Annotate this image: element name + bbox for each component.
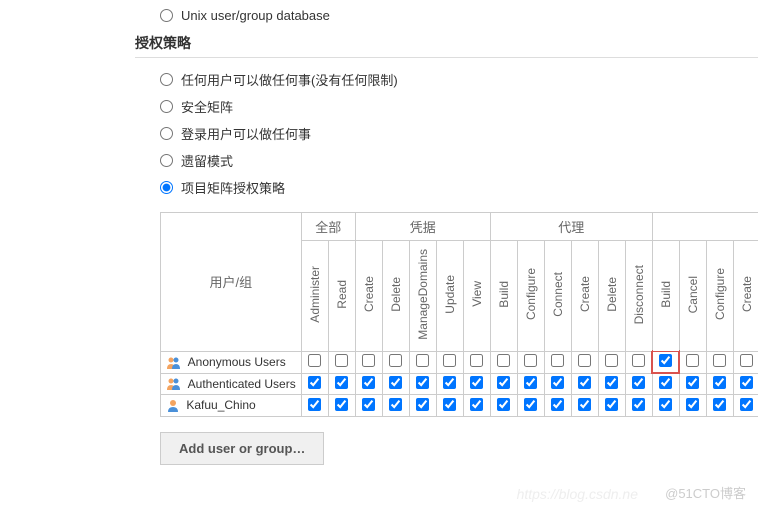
permission-checkbox[interactable] (551, 398, 564, 411)
permission-checkbox[interactable] (632, 398, 645, 411)
auth-option-label-1: 安全矩阵 (181, 97, 233, 116)
permission-header: Read (328, 241, 355, 352)
permission-checkbox[interactable] (470, 398, 483, 411)
permission-header: Create (733, 241, 758, 352)
watermark-text: @51CTO博客 (665, 483, 746, 502)
permission-checkbox[interactable] (362, 354, 375, 367)
permission-matrix: 用户/组全部凭据代理任务AdministerReadCreateDeleteMa… (160, 212, 758, 417)
permission-checkbox[interactable] (497, 354, 510, 367)
permission-checkbox[interactable] (362, 376, 375, 389)
permission-checkbox[interactable] (713, 354, 726, 367)
permission-checkbox[interactable] (470, 376, 483, 389)
permission-header: Configure (517, 241, 544, 352)
auth-option-radio-3[interactable] (160, 154, 173, 167)
permission-checkbox[interactable] (308, 398, 321, 411)
permission-checkbox[interactable] (713, 398, 726, 411)
permission-checkbox[interactable] (686, 376, 699, 389)
permission-checkbox[interactable] (443, 398, 456, 411)
permission-header: Connect (544, 241, 571, 352)
auth-option-label-4: 项目矩阵授权策略 (181, 178, 285, 197)
group-header: 代理 (490, 213, 652, 241)
permission-checkbox[interactable] (524, 354, 537, 367)
permission-header: Delete (598, 241, 625, 352)
permission-checkbox[interactable] (713, 376, 726, 389)
permission-checkbox[interactable] (308, 376, 321, 389)
permission-checkbox[interactable] (497, 376, 510, 389)
permission-checkbox[interactable] (497, 398, 510, 411)
permission-checkbox[interactable] (335, 354, 348, 367)
unix-db-radio[interactable] (160, 9, 173, 22)
permission-checkbox[interactable] (443, 376, 456, 389)
permission-header: Administer (301, 241, 328, 352)
permission-checkbox[interactable] (578, 376, 591, 389)
permission-header: Build (490, 241, 517, 352)
permission-checkbox[interactable] (740, 376, 753, 389)
auth-strategy-title: 授权策略 (135, 33, 758, 58)
permission-checkbox[interactable] (524, 376, 537, 389)
table-row: Kafuu_Chino (161, 395, 758, 417)
watermark-url: https://blog.csdn.ne (517, 486, 638, 502)
group-header: 任务 (652, 213, 758, 241)
user-cell: Kafuu_Chino (161, 395, 302, 417)
permission-checkbox[interactable] (335, 376, 348, 389)
unix-db-label: Unix user/group database (181, 8, 330, 23)
permission-checkbox[interactable] (524, 398, 537, 411)
permission-checkbox[interactable] (416, 354, 429, 367)
permission-checkbox[interactable] (308, 354, 321, 367)
permission-checkbox[interactable] (578, 354, 591, 367)
user-cell: Anonymous Users (161, 351, 302, 373)
permission-checkbox[interactable] (389, 354, 402, 367)
permission-checkbox[interactable] (416, 376, 429, 389)
permission-header: Disconnect (625, 241, 652, 352)
permission-checkbox[interactable] (551, 376, 564, 389)
auth-option-label-3: 遗留模式 (181, 151, 233, 170)
permission-header: Create (355, 241, 382, 352)
permission-checkbox[interactable] (686, 354, 699, 367)
table-row: Authenticated Users (161, 373, 758, 395)
permission-checkbox[interactable] (632, 354, 645, 367)
group-header: 凭据 (355, 213, 490, 241)
permission-checkbox[interactable] (551, 354, 564, 367)
permission-header: Configure (706, 241, 733, 352)
auth-option-radio-0[interactable] (160, 73, 173, 86)
permission-header: Build (652, 241, 679, 352)
permission-header: View (463, 241, 490, 352)
permission-header: Update (436, 241, 463, 352)
permission-checkbox[interactable] (416, 398, 429, 411)
permission-checkbox[interactable] (659, 398, 672, 411)
permission-checkbox[interactable] (632, 376, 645, 389)
group-header: 全部 (301, 213, 355, 241)
permission-checkbox[interactable] (389, 376, 402, 389)
permission-checkbox[interactable] (686, 398, 699, 411)
permission-checkbox[interactable] (605, 354, 618, 367)
permission-header: Delete (382, 241, 409, 352)
permission-checkbox[interactable] (443, 354, 456, 367)
user-group-header: 用户/组 (161, 213, 302, 352)
permission-checkbox[interactable] (389, 398, 402, 411)
table-row: Anonymous Users (161, 351, 758, 373)
auth-option-label-0: 任何用户可以做任何事(没有任何限制) (181, 70, 398, 89)
add-user-group-button[interactable]: Add user or group… (160, 432, 324, 465)
permission-checkbox[interactable] (740, 354, 753, 367)
auth-option-radio-4[interactable] (160, 181, 173, 194)
permission-checkbox[interactable] (659, 376, 672, 389)
user-cell: Authenticated Users (161, 373, 302, 395)
permission-checkbox[interactable] (362, 398, 375, 411)
permission-checkbox[interactable] (659, 354, 672, 367)
permission-checkbox[interactable] (740, 398, 753, 411)
permission-header: Cancel (679, 241, 706, 352)
permission-header: ManageDomains (409, 241, 436, 352)
permission-checkbox[interactable] (470, 354, 483, 367)
permission-header: Create (571, 241, 598, 352)
auth-option-radio-2[interactable] (160, 127, 173, 140)
auth-option-label-2: 登录用户可以做任何事 (181, 124, 311, 143)
permission-checkbox[interactable] (578, 398, 591, 411)
permission-checkbox[interactable] (605, 398, 618, 411)
permission-checkbox[interactable] (605, 376, 618, 389)
auth-option-radio-1[interactable] (160, 100, 173, 113)
permission-checkbox[interactable] (335, 398, 348, 411)
